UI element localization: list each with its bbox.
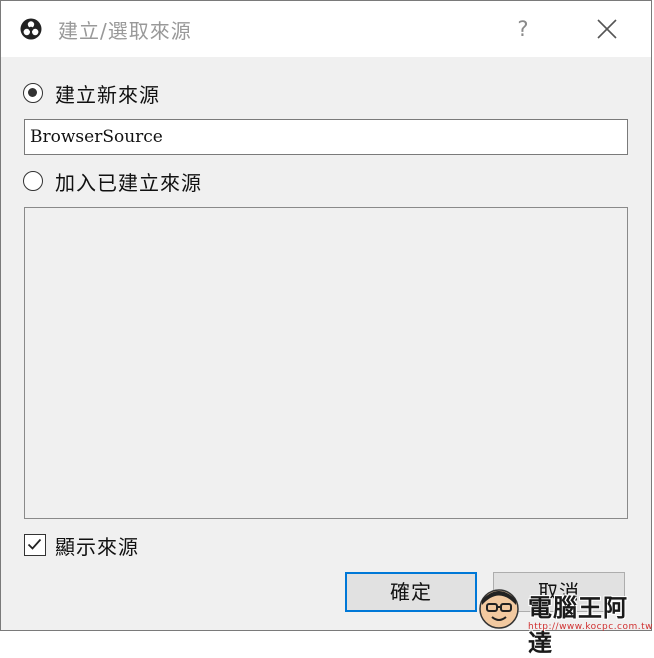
show-source-label: 顯示來源 [55,534,139,559]
create-new-option[interactable]: 建立新來源 [23,79,160,107]
show-source-checkbox[interactable] [24,534,46,556]
show-source-option[interactable]: 顯示來源 [24,531,139,559]
obs-logo-icon [20,18,42,40]
watermark: 電腦王阿達 http://www.kocpc.com.tw [470,584,654,657]
ok-button[interactable]: 確定 [345,572,477,612]
close-icon [597,19,617,39]
add-existing-radio[interactable] [23,171,43,191]
create-new-label: 建立新來源 [55,82,160,107]
title-bar[interactable]: 建立/選取來源 ? [1,1,651,57]
existing-sources-list[interactable] [24,207,628,519]
create-new-radio[interactable] [23,83,43,103]
window-title: 建立/選取來源 [58,19,192,43]
mascot-face-icon [479,589,519,629]
source-name-input[interactable] [24,119,628,155]
close-button[interactable] [591,13,623,45]
watermark-url: http://www.kocpc.com.tw [528,622,654,632]
add-existing-option[interactable]: 加入已建立來源 [23,167,202,195]
create-select-source-dialog: 建立/選取來源 ? 建立新來源 加入已建立來源 顯示來源 確定 取消 [0,0,652,631]
help-button[interactable]: ? [507,13,539,45]
checkmark-icon [27,538,42,550]
add-existing-label: 加入已建立來源 [55,170,202,195]
